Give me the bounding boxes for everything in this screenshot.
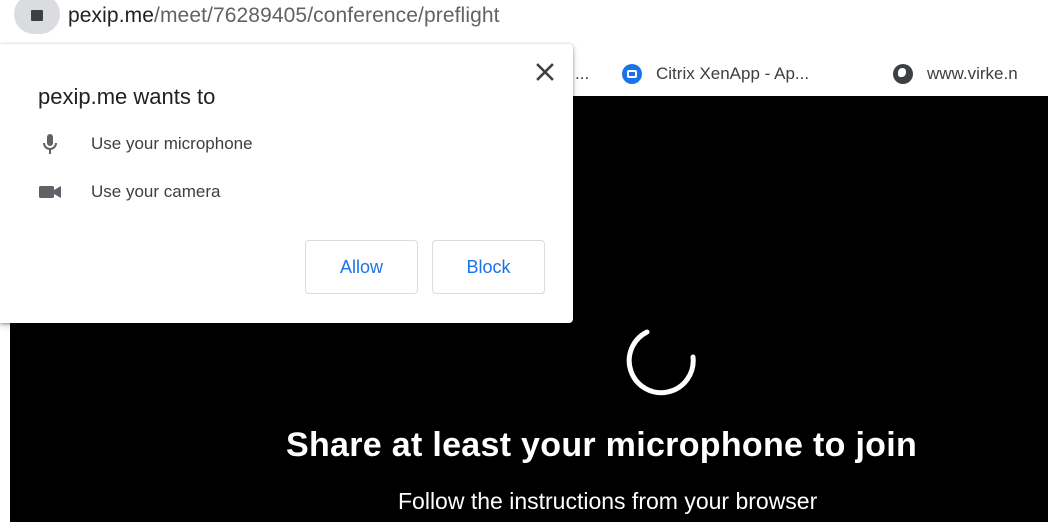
bookmark-label: Citrix XenApp - Ap... [656, 64, 810, 83]
address-bar[interactable]: pexip.me/meet/76289405/conference/prefli… [0, 0, 1048, 42]
lock-icon [31, 10, 43, 21]
permission-label: Use your camera [91, 182, 221, 201]
bookmark-citrix[interactable]: Citrix XenApp - Ap... [622, 60, 809, 88]
join-subtitle: Follow the instructions from your browse… [398, 488, 818, 514]
bookmark-truncated[interactable]: ... [575, 60, 589, 88]
close-icon[interactable] [533, 60, 557, 84]
bookmark-label: www.virke.n [927, 64, 1018, 83]
popup-title: pexip.me wants to [38, 84, 216, 109]
url-host: pexip.me [68, 4, 155, 27]
permission-camera: Use your camera [38, 178, 220, 206]
permission-label: Use your microphone [91, 134, 253, 153]
browser-window: pexip.me/meet/76289405/conference/prefli… [0, 0, 1048, 522]
bookmark-virke[interactable]: www.virke.n [893, 60, 1018, 88]
permission-microphone: Use your microphone [38, 130, 253, 158]
globe-icon [893, 64, 913, 84]
allow-button[interactable]: Allow [305, 240, 418, 294]
url-text[interactable]: pexip.me/meet/76289405/conference/prefli… [68, 4, 500, 28]
microphone-icon [43, 134, 57, 154]
loading-spinner-icon [626, 329, 696, 396]
citrix-icon [622, 64, 642, 84]
join-title: Share at least your microphone to join [286, 426, 918, 464]
block-button[interactable]: Block [432, 240, 545, 294]
permission-popup: pexip.me wants to Use your microphone Us… [0, 44, 573, 323]
camera-icon [39, 186, 61, 198]
url-path: /meet/76289405/conference/preflight [154, 4, 500, 27]
